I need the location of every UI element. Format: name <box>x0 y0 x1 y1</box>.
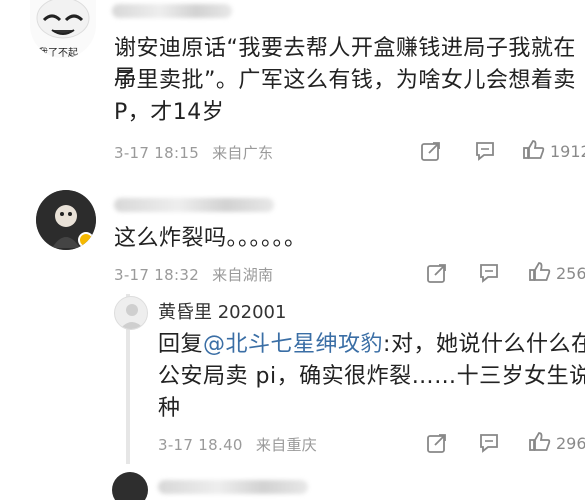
username-blurred[interactable] <box>112 4 232 18</box>
comment-text-line-3: P，才14岁 <box>114 100 225 125</box>
like-count: 296 <box>556 434 585 453</box>
avatar-caption: 我了不起 <box>38 48 78 58</box>
comment-date: 3-17 18:32 <box>114 266 200 284</box>
share-icon[interactable] <box>426 432 448 454</box>
comment-text-line-2: 子里卖批”。广军这么有钱，为啥女儿会想着卖 <box>114 68 576 93</box>
avatar[interactable] <box>36 190 96 250</box>
comment-icon[interactable] <box>478 432 500 454</box>
share-icon[interactable] <box>420 140 442 162</box>
reply-date: 3-17 18.40 <box>158 436 243 454</box>
username-blurred[interactable] <box>158 480 308 494</box>
comment-location: 来自湖南 <box>212 266 274 284</box>
reply-text-line-2: 公安局卖 pi，确实很炸裂……十三岁女生说这 <box>158 364 585 389</box>
like-icon[interactable] <box>528 260 552 284</box>
reply-username[interactable]: 黄昏里 202001 <box>158 298 286 324</box>
like-count: 1912 <box>550 142 585 161</box>
like-icon[interactable] <box>528 430 552 454</box>
reply-text-rest: :对，她说什么什么在 <box>383 332 585 357</box>
like-count: 256 <box>556 264 585 283</box>
reply-meta: 3-17 18.40 来自重庆 <box>158 434 325 455</box>
default-avatar-icon <box>120 304 144 329</box>
verified-badge <box>78 232 94 248</box>
reply-location: 来自重庆 <box>255 436 318 454</box>
reply-text-line-1: 回复@北斗七星绅攻豹:对，她说什么什么在 <box>158 330 585 360</box>
avatar[interactable] <box>114 296 148 330</box>
comment-date: 3-17 18:15 <box>114 144 200 162</box>
avatar[interactable] <box>112 472 148 500</box>
comment-meta: 3-17 18:32 来自湖南 <box>114 264 281 285</box>
share-icon[interactable] <box>426 262 448 284</box>
comment-text-line-1: 这么炸裂吗。。。。。。 <box>114 226 307 251</box>
username-blurred[interactable] <box>114 198 274 212</box>
reply-prefix: 回复 <box>158 332 204 357</box>
reply-text-line-3: 种 <box>158 396 181 421</box>
like-icon[interactable] <box>522 138 546 162</box>
reply-mention-link[interactable]: @北斗七星绅攻豹 <box>203 332 383 357</box>
comment-location: 来自广东 <box>212 144 274 162</box>
comment-icon[interactable] <box>474 140 496 162</box>
avatar[interactable]: 我了不起 <box>30 0 96 58</box>
comment-meta: 3-17 18:15 来自广东 <box>114 142 281 163</box>
comment-icon[interactable] <box>478 262 500 284</box>
